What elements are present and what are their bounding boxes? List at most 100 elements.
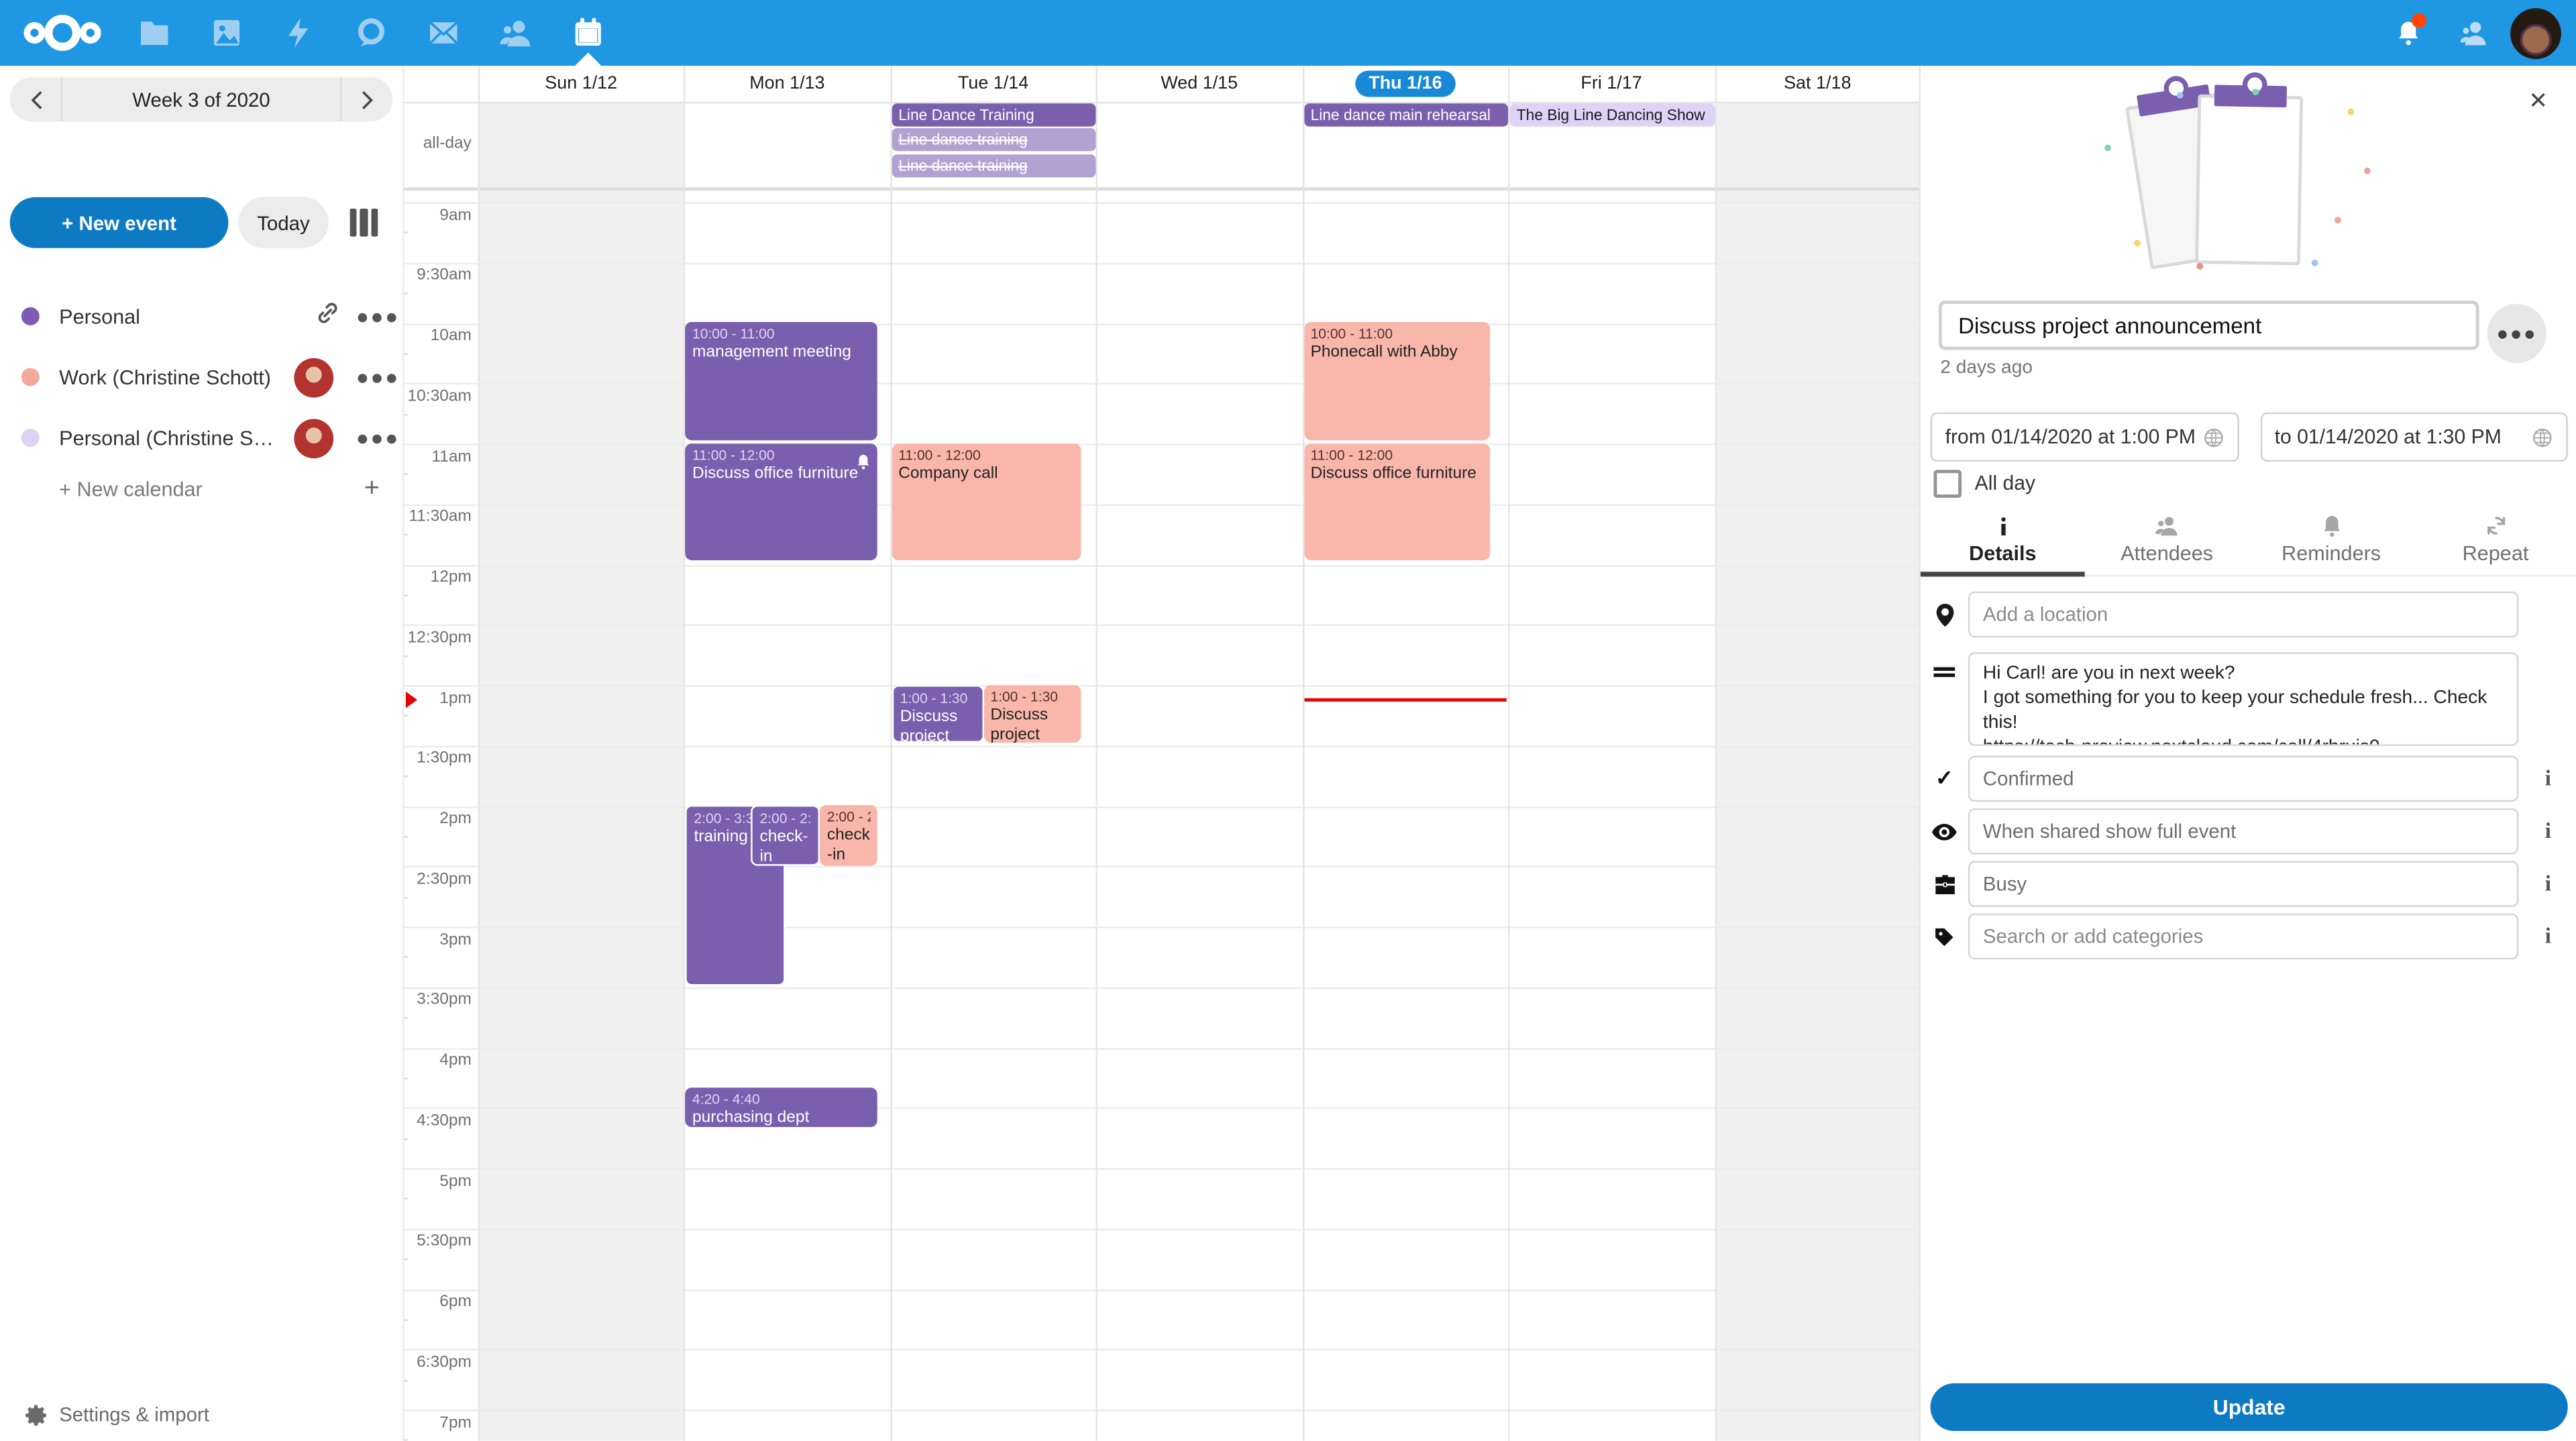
calendar-event[interactable]: 1:00 - 1:30Discuss project [984,685,1081,743]
calendar-item-personal[interactable]: Personal ●●● [0,286,402,347]
event-modified-time: 2 days ago [1940,358,2033,378]
notifications-bell-icon[interactable] [2375,0,2441,66]
time-axis-label: 10:30am [404,387,471,405]
photos-icon[interactable] [191,0,263,66]
contacts-menu-icon[interactable] [2441,0,2507,66]
calendar-menu-icon[interactable]: ●●● [354,286,402,347]
status-info-icon[interactable]: i [2518,765,2576,792]
all-day-event[interactable]: Line Dance Training [892,103,1096,125]
mail-icon[interactable] [407,0,480,66]
time-axis-label: 5pm [404,1172,471,1190]
contacts-icon[interactable] [480,0,552,66]
slot-line [404,383,1920,384]
freebusy-value: Busy [1983,872,2027,895]
start-datetime-field[interactable]: from 01/14/2020 at 1:00 PM [1931,413,2239,462]
calendar-icon[interactable] [552,0,625,66]
allday-border [404,187,1920,191]
description-textarea[interactable]: Hi Carl! are you in next week? I got som… [1968,652,2518,746]
day-header[interactable]: Wed 1/15 [1096,66,1302,102]
previous-week-button[interactable] [10,77,61,121]
timezone-globe-icon[interactable] [2532,427,2553,448]
talk-icon[interactable] [335,0,408,66]
location-input[interactable] [1968,592,2518,638]
time-axis-label: 6:30pm [404,1353,471,1371]
week-label[interactable]: Week 3 of 2020 [62,88,340,111]
tab-details[interactable]: Details [1921,504,2085,575]
categories-info-icon[interactable]: i [2518,923,2576,949]
event-title: check-in [759,828,812,865]
calendar-event[interactable]: 10:00 - 11:00Phonecall with Abby [1304,322,1490,440]
categories-input[interactable] [1968,914,2518,960]
editor-tabs: Details Attendees Reminders Repeat [1921,504,2576,577]
today-day-pill[interactable]: Thu 1/16 [1356,70,1455,97]
day-header[interactable]: Fri 1/17 [1509,66,1715,102]
time-axis-label: 9am [404,206,471,224]
visibility-eye-icon [1921,822,1968,841]
event-title: check-in [827,826,871,866]
calendar-item-personal-christine[interactable]: Personal (Christine Scho... ●●● [0,407,402,468]
close-icon[interactable]: ✕ [2522,84,2555,117]
time-axis-label: 3pm [404,930,471,949]
user-avatar[interactable] [2510,7,2561,58]
calendar-item-work-christine[interactable]: Work (Christine Schott) ●●● [0,347,402,408]
day-header[interactable]: Thu 1/16 [1302,66,1508,102]
calendar-event[interactable]: 2:00 - 2:30check-in [751,805,820,866]
calendar-event[interactable]: 11:00 - 12:00Discuss office furniture [1304,443,1490,560]
slot-line [404,1228,1920,1230]
slot-line [404,685,1920,686]
tab-attendees[interactable]: Attendees [2085,504,2249,575]
new-event-button[interactable]: + New event [10,197,229,248]
today-button[interactable]: Today [238,197,329,248]
day-header[interactable]: Tue 1/14 [890,66,1096,102]
event-time: 10:00 - 11:00 [692,325,871,341]
calendar-menu-icon[interactable]: ●●● [354,407,402,468]
quarter-slot-line [404,1077,1920,1079]
event-illustration [2101,89,2397,272]
calendar-event[interactable]: 1:00 - 1:30Discuss project announcement [892,685,983,743]
tab-reminders[interactable]: Reminders [2249,504,2414,575]
calendar-name: Work (Christine Schott) [59,366,271,388]
status-select[interactable]: Confirmed [1968,756,2518,802]
end-datetime-field[interactable]: to 01/14/2020 at 1:30 PM [2260,413,2568,462]
view-columns-icon[interactable] [350,209,378,237]
all-day-event[interactable]: Line dance training [892,128,1096,151]
settings-import-button[interactable]: Settings & import [0,1390,402,1439]
freebusy-select[interactable]: Busy [1968,861,2518,907]
calendar-event[interactable]: 10:00 - 11:00management meeting [686,322,878,440]
time-axis-label: 5:30pm [404,1232,471,1250]
all-day-event[interactable]: Line dance main rehearsal [1304,103,1509,125]
calendar-event[interactable]: 4:20 - 4:40purchasing dept [686,1087,878,1127]
day-header[interactable]: Mon 1/13 [684,66,890,102]
quarter-slot-line [404,594,1920,596]
calendar-event[interactable]: 11:00 - 12:00Discuss office furniture [686,443,878,560]
share-link-icon[interactable] [315,300,340,333]
calendar-color-dot [21,307,40,325]
app-window: Week 3 of 2020 + New event Today Persona… [0,0,2576,1441]
activity-icon[interactable] [263,0,335,66]
tab-repeat[interactable]: Repeat [2414,504,2576,575]
calendar-event[interactable]: 11:00 - 12:00Company call [892,443,1081,560]
calendar-menu-icon[interactable]: ●●● [354,347,402,408]
week-calendar-grid[interactable]: Sun 1/12Mon 1/13Tue 1/14Wed 1/15 Thu 1/16… [402,66,1921,1441]
all-day-event[interactable]: The Big Line Dancing Show [1510,103,1715,125]
day-header[interactable]: Sun 1/12 [478,66,684,102]
day-header[interactable]: Sat 1/18 [1715,66,1921,102]
time-axis-label: 6pm [404,1293,471,1311]
all-day-checkbox[interactable] [1933,469,1962,497]
more-actions-button[interactable]: ●●● [2487,304,2546,363]
nextcloud-logo-icon[interactable] [19,10,105,56]
next-week-button[interactable] [341,77,392,121]
all-day-event[interactable]: Line dance training [892,154,1096,176]
freebusy-info-icon[interactable]: i [2518,871,2576,897]
calendar-event[interactable]: 2:00 - 2:30check-in [820,805,878,866]
slot-line [404,504,1920,505]
time-axis-label: 1:30pm [404,749,471,767]
visibility-select[interactable]: When shared show full event [1968,808,2518,855]
visibility-info-icon[interactable]: i [2518,818,2576,845]
files-icon[interactable] [118,0,191,66]
update-button[interactable]: Update [1931,1383,2568,1431]
event-title-input[interactable] [1939,301,2479,350]
timezone-globe-icon[interactable] [2202,427,2224,448]
new-calendar-button[interactable]: + New calendar + [0,470,402,509]
calendar-color-dot [21,429,40,447]
